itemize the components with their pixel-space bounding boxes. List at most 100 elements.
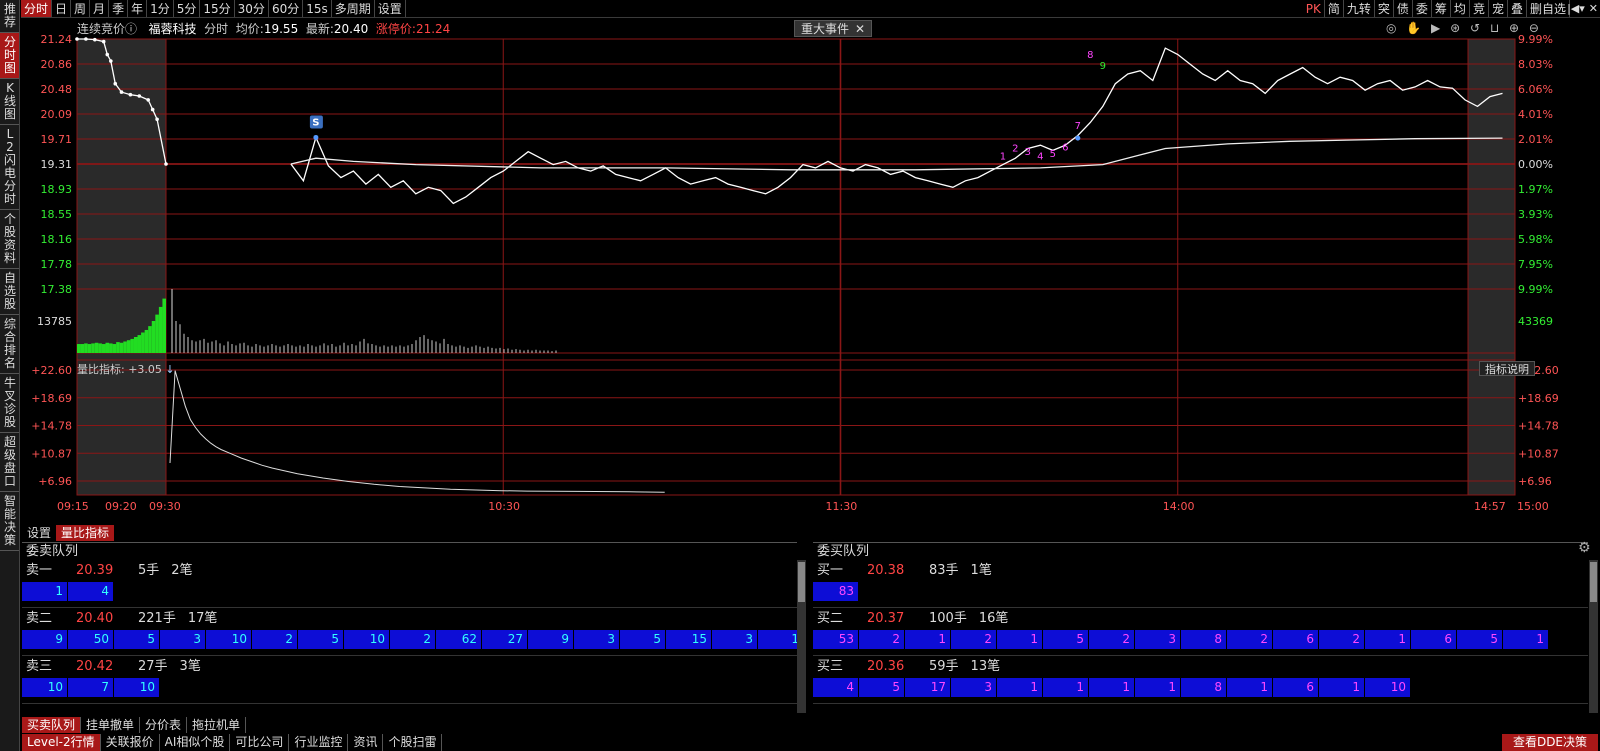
sell-order-cell[interactable]: 15 xyxy=(666,630,711,649)
sell-order-cell[interactable]: 5 xyxy=(620,630,665,649)
tool-button-6[interactable]: 筹 xyxy=(1432,0,1451,17)
period-tab-7[interactable]: 5分 xyxy=(174,0,201,17)
buy-order-cell[interactable]: 5 xyxy=(1043,630,1088,649)
buy-order-cell[interactable]: 6 xyxy=(1273,678,1318,697)
sell-order-cell[interactable]: 5 xyxy=(114,630,159,649)
tool-button-9[interactable]: 宠 xyxy=(1489,0,1508,17)
indicator-tab-0[interactable]: 设置 xyxy=(22,525,56,541)
sell-order-cell[interactable]: 5 xyxy=(298,630,343,649)
buy-order-cell[interactable]: 2 xyxy=(1089,630,1134,649)
sidebar-tab-0[interactable]: 推荐 xyxy=(0,0,19,33)
close-icon[interactable]: ✕ xyxy=(855,22,865,36)
tool-button-2[interactable]: 九转 xyxy=(1344,0,1375,17)
sell-order-cell[interactable]: 4 xyxy=(68,582,113,601)
buy-order-cell[interactable]: 1 xyxy=(1089,678,1134,697)
status-tab-4[interactable]: 行业监控 xyxy=(289,734,349,751)
sidebar-tab-6[interactable]: 综合排名 xyxy=(0,315,19,374)
sidebar-tab-2[interactable]: K线图 xyxy=(0,79,19,125)
buy-order-cell[interactable]: 53 xyxy=(813,630,858,649)
buy-order-cell[interactable]: 1 xyxy=(1227,678,1272,697)
buy-order-cell[interactable]: 10 xyxy=(1365,678,1410,697)
major-events-tag[interactable]: 重大事件 ✕ xyxy=(794,20,872,37)
intraday-chart[interactable]: 21.24 20.86 20.48 20.09 19.71 19.31 18.93 18.55… xyxy=(21,19,1600,515)
arrow-down-icon[interactable]: ↓ xyxy=(165,363,174,376)
buy-order-cell[interactable]: 5 xyxy=(1457,630,1502,649)
period-tab-13[interactable]: 设置 xyxy=(375,0,406,17)
status-tab-6[interactable]: 个股扫雷 xyxy=(383,734,443,751)
buy-order-cell[interactable]: 5 xyxy=(859,678,904,697)
period-tab-10[interactable]: 60分 xyxy=(269,0,304,17)
sell-order-cell[interactable]: 1 xyxy=(758,630,797,649)
queue-tab-3[interactable]: 拖拉机单 xyxy=(187,717,247,733)
period-tab-0[interactable]: 分时 xyxy=(21,0,53,17)
tool-button-8[interactable]: 竞 xyxy=(1470,0,1489,17)
buy-order-cell[interactable]: 1 xyxy=(1319,678,1364,697)
indicator-help-button[interactable]: 指标说明 xyxy=(1479,361,1535,376)
sell-order-cell[interactable]: 3 xyxy=(574,630,619,649)
buy-order-cell[interactable]: 2 xyxy=(1319,630,1364,649)
tool-button-7[interactable]: 均 xyxy=(1451,0,1470,17)
buy-order-cell[interactable]: 1 xyxy=(997,630,1042,649)
period-tab-8[interactable]: 15分 xyxy=(200,0,235,17)
sell-order-cell[interactable]: 10 xyxy=(344,630,389,649)
period-tab-4[interactable]: 季 xyxy=(109,0,129,17)
sell-order-cell[interactable]: 3 xyxy=(712,630,757,649)
status-tab-2[interactable]: AI相似个股 xyxy=(160,734,231,751)
sell-order-cell[interactable]: 10 xyxy=(114,678,159,697)
sidebar-tab-8[interactable]: 超级盘口 xyxy=(0,433,19,492)
period-tab-5[interactable]: 年 xyxy=(128,0,148,17)
queue-tab-0[interactable]: 买卖队列 xyxy=(22,717,82,733)
tool-button-0[interactable]: PK xyxy=(1303,0,1325,17)
sidebar-tab-3[interactable]: L2闪电分时 xyxy=(0,125,19,210)
chart-tool-icons[interactable]: ◎ ✋ ▶ ⊛ ↺ ⊔ ⊕ ⊖ xyxy=(1386,21,1542,35)
status-tab-1[interactable]: 关联报价 xyxy=(101,734,160,751)
buy-order-cell[interactable]: 1 xyxy=(1135,678,1180,697)
period-tab-1[interactable]: 日 xyxy=(52,0,72,17)
buy-order-cell[interactable]: 3 xyxy=(951,678,996,697)
sidebar-tab-7[interactable]: 牛叉诊股 xyxy=(0,374,19,433)
indicator-tab-1[interactable]: 量比指标 xyxy=(56,525,115,541)
period-tab-3[interactable]: 月 xyxy=(90,0,110,17)
sidebar-tab-1[interactable]: 分时图 xyxy=(0,33,19,79)
queue-tab-2[interactable]: 分价表 xyxy=(140,717,188,733)
period-tab-11[interactable]: 15s xyxy=(303,0,332,17)
buy-order-cell[interactable]: 8 xyxy=(1181,630,1226,649)
buy-order-cell[interactable]: 1 xyxy=(1503,630,1548,649)
sell-order-cell[interactable]: 10 xyxy=(22,678,67,697)
tool-button-10[interactable]: 叠 xyxy=(1508,0,1527,17)
buy-queue-scrollbar[interactable] xyxy=(1589,560,1598,713)
sell-queue-scrollbar[interactable] xyxy=(797,560,806,713)
buy-order-cell[interactable]: 6 xyxy=(1273,630,1318,649)
close-window-icon[interactable]: ✕ xyxy=(1589,2,1598,15)
sell-order-cell[interactable]: 27 xyxy=(482,630,527,649)
sidebar-tab-4[interactable]: 个股资料 xyxy=(0,210,19,269)
period-tab-6[interactable]: 1分 xyxy=(147,0,174,17)
status-tab-5[interactable]: 资讯 xyxy=(348,734,384,751)
sell-order-cell[interactable]: 62 xyxy=(436,630,481,649)
buy-order-cell[interactable]: 2 xyxy=(1227,630,1272,649)
period-tab-9[interactable]: 30分 xyxy=(235,0,269,17)
period-tab-2[interactable]: 周 xyxy=(71,0,91,17)
sell-order-cell[interactable]: 2 xyxy=(252,630,297,649)
buy-order-cell[interactable]: 2 xyxy=(951,630,996,649)
nav-first-icon[interactable]: |◀▾ xyxy=(1567,2,1585,15)
sidebar-tab-5[interactable]: 自选股 xyxy=(0,269,19,315)
buy-order-cell[interactable]: 6 xyxy=(1411,630,1456,649)
sell-order-cell[interactable]: 9 xyxy=(528,630,573,649)
status-tab-0[interactable]: Level-2行情 xyxy=(22,734,101,751)
tool-button-1[interactable]: 简 xyxy=(1325,0,1344,17)
buy-order-cell[interactable]: 1 xyxy=(1043,678,1088,697)
buy-order-cell[interactable]: 8 xyxy=(1181,678,1226,697)
sell-order-cell[interactable]: 9 xyxy=(22,630,67,649)
sell-order-cell[interactable]: 50 xyxy=(68,630,113,649)
buy-order-cell[interactable]: 4 xyxy=(813,678,858,697)
buy-order-cell[interactable]: 1 xyxy=(905,630,950,649)
buy-order-cell[interactable]: 1 xyxy=(997,678,1042,697)
buy-order-cell[interactable]: 1 xyxy=(1365,630,1410,649)
gear-icon[interactable]: ⚙ xyxy=(1578,540,1591,556)
sell-order-cell[interactable]: 1 xyxy=(22,582,67,601)
buy-order-cell[interactable]: 2 xyxy=(859,630,904,649)
sell-order-cell[interactable]: 2 xyxy=(390,630,435,649)
view-dde-button[interactable]: 查看DDE决策 xyxy=(1502,734,1598,751)
sell-order-cell[interactable]: 7 xyxy=(68,678,113,697)
